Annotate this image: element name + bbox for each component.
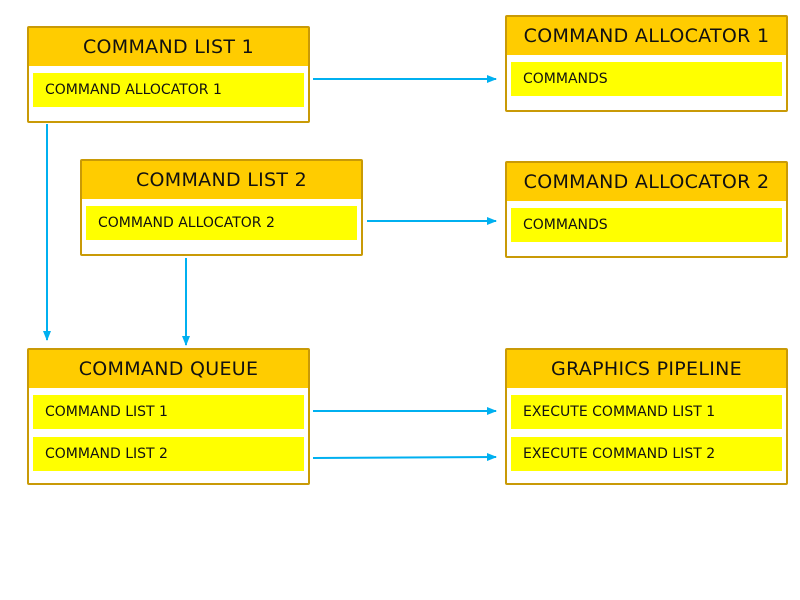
node-title: COMMAND ALLOCATOR 2 — [507, 163, 786, 201]
node-item: EXECUTE COMMAND LIST 1 — [511, 395, 782, 429]
node-item: COMMAND ALLOCATOR 1 — [33, 73, 304, 107]
node-title: GRAPHICS PIPELINE — [507, 350, 786, 388]
node-item: COMMANDS — [511, 208, 782, 242]
node-command-allocator-1[interactable]: COMMAND ALLOCATOR 1 COMMANDS — [505, 15, 788, 112]
node-title: COMMAND LIST 2 — [82, 161, 361, 199]
node-title: COMMAND QUEUE — [29, 350, 308, 388]
node-item: COMMAND LIST 1 — [33, 395, 304, 429]
node-command-list-2[interactable]: COMMAND LIST 2 COMMAND ALLOCATOR 2 — [80, 159, 363, 256]
node-graphics-pipeline[interactable]: GRAPHICS PIPELINE EXECUTE COMMAND LIST 1… — [505, 348, 788, 485]
node-item: COMMANDS — [511, 62, 782, 96]
node-item: COMMAND LIST 2 — [33, 437, 304, 471]
node-item: COMMAND ALLOCATOR 2 — [86, 206, 357, 240]
node-command-allocator-2[interactable]: COMMAND ALLOCATOR 2 COMMANDS — [505, 161, 788, 258]
node-item: EXECUTE COMMAND LIST 2 — [511, 437, 782, 471]
node-command-queue[interactable]: COMMAND QUEUE COMMAND LIST 1 COMMAND LIS… — [27, 348, 310, 485]
arrow-queue-to-pipeline-2 — [312, 453, 497, 462]
node-title: COMMAND LIST 1 — [29, 28, 308, 66]
node-title: COMMAND ALLOCATOR 1 — [507, 17, 786, 55]
node-command-list-1[interactable]: COMMAND LIST 1 COMMAND ALLOCATOR 1 — [27, 26, 310, 123]
